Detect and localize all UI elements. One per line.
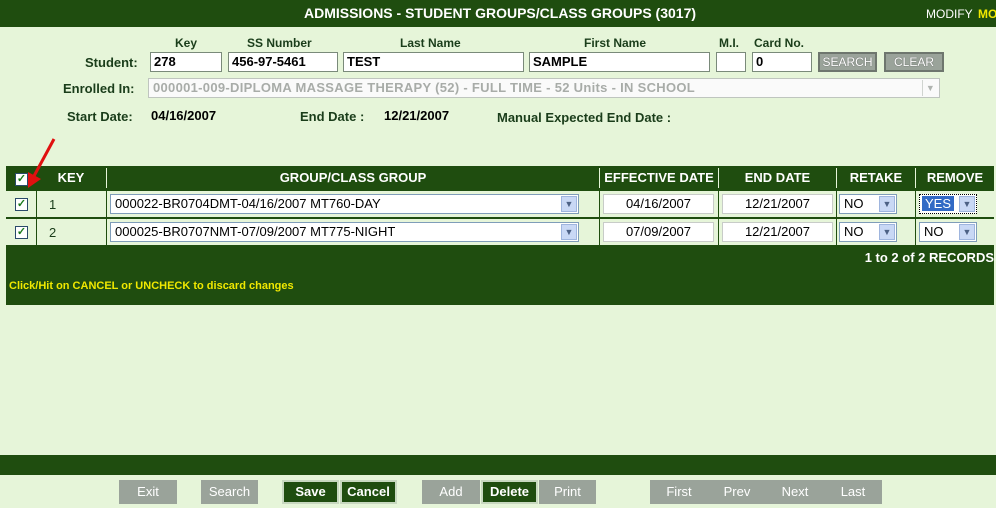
table-row: ✓ 1 000022-BR0704DMT-04/16/2007 MT760-DA… — [6, 191, 994, 217]
card-no-header: Card No. — [754, 36, 805, 50]
last-name-header: Last Name — [400, 36, 461, 50]
start-date-label: Start Date: — [67, 109, 133, 124]
red-arrow-icon — [28, 138, 56, 188]
chevron-down-icon[interactable]: ▼ — [561, 196, 577, 212]
row-key: 1 — [49, 197, 57, 212]
chevron-down-icon[interactable]: ▼ — [959, 224, 975, 240]
chevron-down-icon[interactable]: ▼ — [959, 196, 975, 212]
group-select-value: 000022-BR0704DMT-04/16/2007 MT760-DAY — [115, 196, 381, 211]
end-date-label: End Date : — [300, 109, 365, 124]
key-field[interactable]: 278 — [150, 52, 222, 72]
mode-indicator-truncated: MO — [978, 7, 996, 21]
discard-hint: Click/Hit on CANCEL or UNCHECK to discar… — [9, 280, 294, 292]
column-header-retake: RETAKE — [836, 168, 915, 188]
remove-select[interactable]: NO ▼ — [919, 222, 977, 242]
first-name-header: First Name — [584, 36, 647, 50]
enrolled-in-label: Enrolled In: — [63, 81, 135, 96]
record-count: 1 to 2 of 2 RECORDS — [864, 250, 994, 265]
column-header-group: GROUP/CLASS GROUP — [106, 168, 599, 188]
remove-select-value: NO — [924, 224, 944, 239]
column-header-effective-date: EFFECTIVE DATE — [599, 168, 718, 188]
mi-field[interactable] — [716, 52, 746, 72]
retake-select[interactable]: NO ▼ — [839, 222, 897, 242]
row-key: 2 — [49, 225, 57, 240]
student-search-button[interactable]: SEARCH — [818, 52, 877, 72]
search-button[interactable]: Search — [201, 480, 258, 504]
end-date-value: 12/21/2007 — [384, 108, 450, 123]
first-button[interactable]: First — [650, 480, 708, 504]
ssn-field[interactable]: 456-97-5461 — [228, 52, 338, 72]
enrolled-in-select[interactable]: 000001-009-DIPLOMA MASSAGE THERAPY (52) … — [148, 78, 940, 98]
groups-grid: ✓ KEY GROUP/CLASS GROUP EFFECTIVE DATE E… — [6, 166, 994, 305]
student-clear-button[interactable]: CLEAR — [884, 52, 944, 72]
group-select[interactable]: 000025-BR0707NMT-07/09/2007 MT775-NIGHT ▼ — [110, 222, 579, 242]
print-button[interactable]: Print — [539, 480, 596, 504]
first-name-field[interactable]: SAMPLE — [529, 52, 710, 72]
remove-select[interactable]: YES ▼ — [919, 194, 977, 214]
last-name-field[interactable]: TEST — [343, 52, 524, 72]
ssn-header: SS Number — [247, 36, 312, 50]
delete-button[interactable]: Delete — [481, 480, 538, 504]
effective-date-field[interactable]: 04/16/2007 — [603, 194, 714, 214]
save-button[interactable]: Save — [282, 480, 339, 504]
end-date-field[interactable]: 12/21/2007 — [722, 194, 833, 214]
mi-header: M.I. — [719, 36, 739, 50]
next-button[interactable]: Next — [766, 480, 824, 504]
student-label: Student: — [85, 55, 138, 70]
manual-end-date-label: Manual Expected End Date : — [497, 110, 672, 125]
remove-select-value: YES — [922, 196, 955, 211]
key-header: Key — [175, 36, 198, 50]
table-row: ✓ 2 000025-BR0707NMT-07/09/2007 MT775-NI… — [6, 219, 994, 245]
cancel-button[interactable]: Cancel — [340, 480, 397, 504]
column-header-remove: REMOVE — [915, 168, 994, 188]
card-no-field[interactable]: 0 — [752, 52, 812, 72]
chevron-down-icon[interactable]: ▼ — [879, 224, 895, 240]
chevron-down-icon[interactable]: ▼ — [922, 80, 938, 96]
row-checkbox[interactable]: ✓ — [15, 226, 28, 239]
effective-date-field[interactable]: 07/09/2007 — [603, 222, 714, 242]
retake-select[interactable]: NO ▼ — [839, 194, 897, 214]
row-checkbox[interactable]: ✓ — [15, 198, 28, 211]
add-button[interactable]: Add — [422, 480, 480, 504]
chevron-down-icon[interactable]: ▼ — [879, 196, 895, 212]
title-bar: ADMISSIONS - STUDENT GROUPS/CLASS GROUPS… — [0, 0, 996, 27]
group-select[interactable]: 000022-BR0704DMT-04/16/2007 MT760-DAY ▼ — [110, 194, 579, 214]
end-date-field[interactable]: 12/21/2007 — [722, 222, 833, 242]
page-title: ADMISSIONS - STUDENT GROUPS/CLASS GROUPS… — [303, 5, 697, 21]
group-select-value: 000025-BR0707NMT-07/09/2007 MT775-NIGHT — [115, 224, 396, 239]
footer-bar — [0, 455, 996, 475]
last-button[interactable]: Last — [824, 480, 882, 504]
column-header-end-date: END DATE — [718, 168, 836, 188]
exit-button[interactable]: Exit — [119, 480, 177, 504]
retake-select-value: NO — [844, 196, 864, 211]
prev-button[interactable]: Prev — [708, 480, 766, 504]
start-date-value: 04/16/2007 — [151, 108, 217, 123]
enrolled-in-value: 000001-009-DIPLOMA MASSAGE THERAPY (52) … — [153, 80, 696, 95]
mode-indicator: MODIFY — [926, 7, 973, 21]
chevron-down-icon[interactable]: ▼ — [561, 224, 577, 240]
retake-select-value: NO — [844, 224, 864, 239]
